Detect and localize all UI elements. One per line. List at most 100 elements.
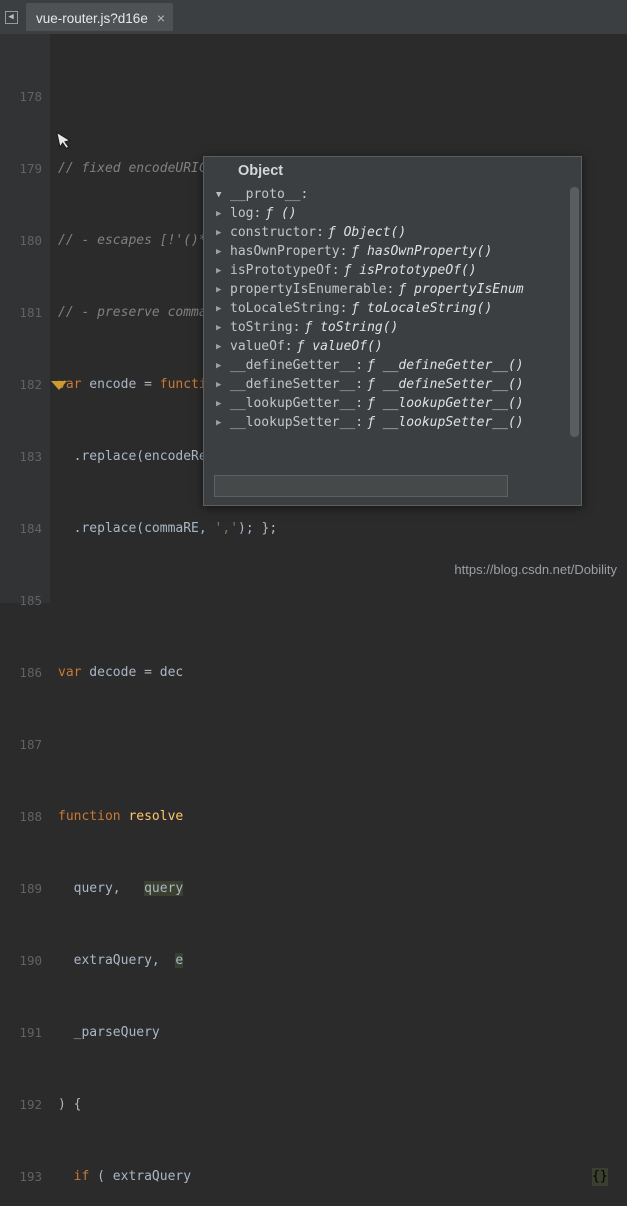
chevron-right-icon[interactable]: ▶: [216, 361, 230, 371]
property-row[interactable]: ▶ hasOwnProperty: ƒ hasOwnProperty(): [204, 242, 581, 261]
property-value: ƒ toString(): [304, 320, 399, 335]
property-value: ƒ isPrototypeOf(): [343, 263, 477, 278]
line-number: 193: [19, 1169, 42, 1184]
close-icon[interactable]: ×: [157, 11, 165, 25]
property-value: ƒ __defineSetter__(): [367, 377, 524, 392]
vertical-scrollbar[interactable]: [570, 187, 579, 437]
line-number: 178: [19, 89, 42, 104]
line-text: .replace(commaRE, ','); };: [58, 521, 278, 536]
property-name: __proto__:: [230, 187, 309, 202]
property-row[interactable]: ▶ valueOf: ƒ valueOf(): [204, 337, 581, 356]
line-number: 192: [19, 1097, 42, 1112]
inline-hint-193: {}: [592, 1168, 608, 1186]
chevron-right-icon[interactable]: ▶: [216, 380, 230, 390]
property-row[interactable]: ▶ __defineSetter__: ƒ __defineSetter__(): [204, 375, 581, 394]
property-value: ƒ propertyIsEnum: [398, 282, 524, 297]
property-name: __defineGetter__:: [230, 358, 364, 373]
line-number: 179: [19, 161, 42, 176]
chevron-right-icon[interactable]: ▶: [216, 418, 230, 428]
chevron-right-icon[interactable]: ▶: [216, 285, 230, 295]
chevron-right-icon[interactable]: ▶: [216, 342, 230, 352]
inline-hint-query: query: [144, 881, 184, 896]
property-value: ƒ valueOf(): [296, 339, 383, 354]
line-text: // - escapes [!'()*]: [58, 233, 215, 248]
code-line: 186 var decode = dec: [0, 664, 627, 682]
line-number: 184: [19, 521, 42, 536]
property-row[interactable]: ▶ constructor: ƒ Object(): [204, 223, 581, 242]
property-name: toLocaleString:: [230, 301, 348, 316]
code-line: 192 ) {: [0, 1096, 627, 1114]
property-value: ƒ toLocaleString(): [351, 301, 493, 316]
expression-input[interactable]: [214, 475, 508, 497]
line-text: function resolve: [58, 809, 184, 824]
property-name: constructor:: [230, 225, 324, 240]
property-row[interactable]: ▶ toLocaleString: ƒ toLocaleString(): [204, 299, 581, 318]
property-value: ƒ Object(): [327, 225, 407, 240]
line-number: 183: [19, 449, 42, 464]
property-name: __defineSetter__:: [230, 377, 364, 392]
property-value: ƒ __lookupSetter__(): [367, 415, 524, 430]
code-line: 185: [0, 592, 627, 610]
property-name: valueOf:: [230, 339, 293, 354]
property-value: ƒ hasOwnProperty(): [351, 244, 493, 259]
chevron-right-icon[interactable]: ▶: [216, 323, 230, 333]
code-line: 190 extraQuery, e: [0, 952, 627, 970]
chevron-right-icon[interactable]: ▶: [216, 228, 230, 238]
property-name: isPrototypeOf:: [230, 263, 340, 278]
property-name: __lookupSetter__:: [230, 415, 364, 430]
property-name: hasOwnProperty:: [230, 244, 348, 259]
property-name: log:: [230, 206, 262, 221]
object-inspector-popup[interactable]: Object ▼ __proto__: ▶ log: ƒ () ▶ constr…: [203, 156, 582, 506]
chevron-down-icon[interactable]: ▼: [216, 190, 230, 200]
chevron-right-icon[interactable]: ▶: [216, 399, 230, 409]
property-row[interactable]: ▶ propertyIsEnumerable: ƒ propertyIsEnum: [204, 280, 581, 299]
property-value: ƒ __lookupGetter__(): [367, 396, 524, 411]
line-text: var decode = dec: [58, 665, 184, 680]
chevron-right-icon[interactable]: ▶: [216, 209, 230, 219]
line-number: 191: [19, 1025, 42, 1040]
property-list[interactable]: ▼ __proto__: ▶ log: ƒ () ▶ constructor: …: [204, 185, 581, 432]
code-line: 187: [0, 736, 627, 754]
line-number: 188: [19, 809, 42, 824]
line-text: extraQuery, e: [58, 953, 184, 968]
line-number: 187: [19, 737, 42, 752]
popup-anchor-caret: [51, 381, 67, 390]
line-number: 190: [19, 953, 42, 968]
collapse-panel-icon[interactable]: ◀: [0, 0, 22, 34]
line-number: 182: [19, 377, 42, 392]
chevron-right-icon[interactable]: ▶: [216, 266, 230, 276]
line-text: ) {: [58, 1097, 82, 1112]
code-line: 184 .replace(commaRE, ','); };: [0, 520, 627, 538]
line-number: 189: [19, 881, 42, 896]
code-line: 191 _parseQuery: [0, 1024, 627, 1042]
property-row[interactable]: ▶ isPrototypeOf: ƒ isPrototypeOf(): [204, 261, 581, 280]
code-editor[interactable]: 178 179 // fixed encodeURIComponent whic…: [0, 34, 627, 1186]
tab-bar: ◀ vue-router.js?d16e ×: [0, 0, 627, 34]
property-row[interactable]: ▶ __defineGetter__: ƒ __defineGetter__(): [204, 356, 581, 375]
property-value: ƒ __defineGetter__(): [367, 358, 524, 373]
property-name: toString:: [230, 320, 301, 335]
watermark-text: https://blog.csdn.net/Dobility: [454, 562, 617, 577]
line-text: if ( extraQuery: [73, 1169, 192, 1184]
chevron-right-icon[interactable]: ▶: [216, 304, 230, 314]
code-line: 193 if ( extraQuery {}: [0, 1168, 627, 1186]
property-row[interactable]: ▶ toString: ƒ toString(): [204, 318, 581, 337]
line-text: query, query: [58, 881, 184, 896]
property-row[interactable]: ▼ __proto__:: [204, 185, 581, 204]
property-name: propertyIsEnumerable:: [230, 282, 395, 297]
line-text: // - preserve commas: [58, 305, 215, 320]
chevron-right-icon[interactable]: ▶: [216, 247, 230, 257]
line-number: 180: [19, 233, 42, 248]
code-line: 178: [0, 88, 627, 106]
code-line: 188 function resolve: [0, 808, 627, 826]
code-line: 189 query, query: [0, 880, 627, 898]
property-row[interactable]: ▶ __lookupSetter__: ƒ __lookupSetter__(): [204, 413, 581, 432]
line-number: 185: [19, 593, 42, 608]
line-number: 186: [19, 665, 42, 680]
property-row[interactable]: ▶ log: ƒ (): [204, 204, 581, 223]
property-name: __lookupGetter__:: [230, 396, 364, 411]
line-text: _parseQuery: [58, 1025, 160, 1040]
editor-tab-vue-router[interactable]: vue-router.js?d16e ×: [26, 3, 174, 31]
tab-label: vue-router.js?d16e: [36, 10, 148, 26]
property-row[interactable]: ▶ __lookupGetter__: ƒ __lookupGetter__(): [204, 394, 581, 413]
